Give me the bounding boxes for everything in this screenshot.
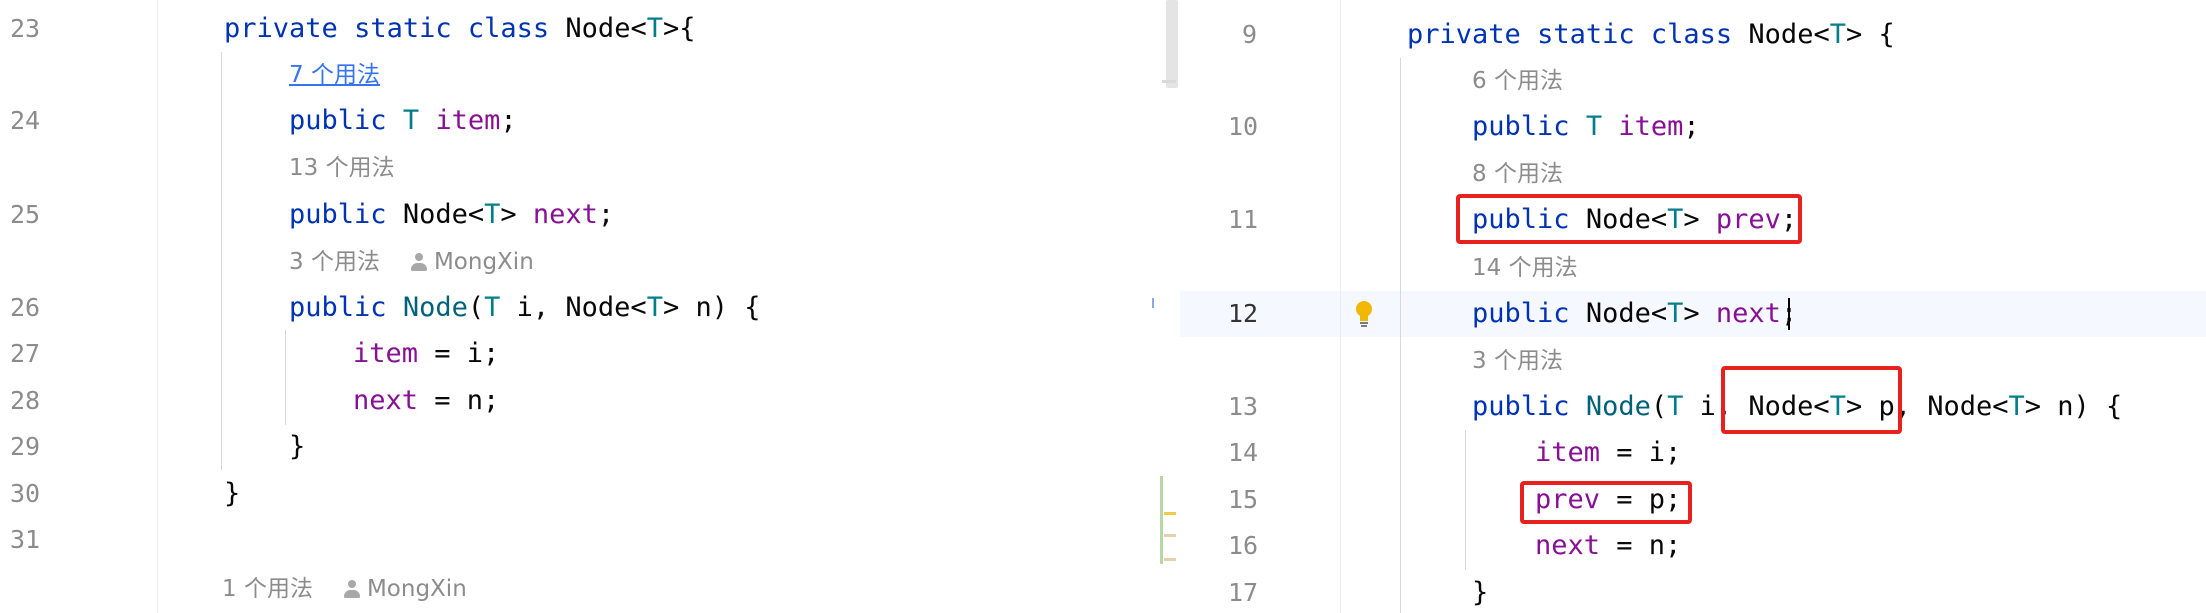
line-number: 29 [10,432,41,461]
usages-hint[interactable]: 13 个用法 [289,148,395,188]
warning-marker [1164,512,1176,515]
line-number: 25 [10,200,41,229]
line-number: 15 [1228,485,1259,514]
line-number: 30 [10,479,41,508]
line-number: 26 [10,293,41,322]
usages-link[interactable]: 7 个用法 [289,62,380,88]
usages-hint[interactable]: 3 个用法 MongXin [289,242,534,282]
left-editor-pane: 23 24 25 26 27 28 29 30 31 private stati… [0,0,1180,613]
code-line-30[interactable]: } [224,471,240,517]
indent-guide [285,330,286,425]
code-line-26[interactable]: public Node(T i, Node<T> n) { [289,285,761,331]
line-number: 16 [1228,531,1259,560]
usages-hint[interactable]: 1 个用法 MongXin [222,569,467,609]
code-line-17[interactable]: } [1472,570,1488,613]
left-scrollbar[interactable] [1160,0,1178,613]
warning-marker [1164,558,1176,561]
usages-hint[interactable]: 3 个用法 [1472,341,1563,381]
line-number: 11 [1228,205,1259,234]
usages-hint[interactable]: 8 个用法 [1472,154,1563,194]
right-editor-pane: 9 10 11 12 13 14 15 16 17 private static… [1180,0,2206,613]
line-number: 10 [1228,112,1259,141]
left-gutter-separator [157,0,158,613]
text-caret [1788,298,1790,330]
usages-hint[interactable]: 6 个用法 [1472,61,1563,101]
code-line-12[interactable]: public Node<T> next; [1472,291,1797,337]
code-line-16[interactable]: next = n; [1535,523,1681,569]
right-gutter-separator [1340,0,1341,613]
line-number: 12 [1228,299,1259,328]
line-number: 17 [1228,578,1259,607]
scroll-marker [1162,80,1176,83]
line-number: 23 [10,14,41,43]
line-number: 28 [10,386,41,415]
code-line-10[interactable]: public T item; [1472,104,1700,150]
highlight-box-prev-assign [1520,481,1692,524]
indent-guide [1400,58,1401,613]
code-line-14[interactable]: item = i; [1535,430,1681,476]
highlight-box-prev-field [1456,194,1802,244]
change-stripe [1160,476,1163,564]
line-number: 14 [1228,438,1259,467]
lightbulb-icon[interactable] [1353,299,1375,329]
code-line-24[interactable]: public T item; [289,98,517,144]
scroll-thumb[interactable] [1166,0,1178,88]
change-marker [1152,298,1154,308]
author-hint: MongXin [410,242,534,282]
line-number: 13 [1228,392,1259,421]
highlight-box-prev-param [1721,366,1902,434]
code-line-9[interactable]: private static class Node<T> { [1407,12,1895,58]
person-icon [343,580,361,598]
code-line-27[interactable]: item = i; [353,331,499,377]
code-line-23[interactable]: private static class Node<T>{ [224,6,695,52]
code-line-29[interactable]: } [289,424,305,470]
warning-marker [1164,534,1176,537]
line-number: 27 [10,339,41,368]
usages-hint[interactable]: 14 个用法 [1472,248,1578,288]
person-icon [410,253,428,271]
usages-hint[interactable]: 7 个用法 [289,55,380,95]
code-line-25[interactable]: public Node<T> next; [289,192,614,238]
line-number: 9 [1242,20,1258,49]
code-line-28[interactable]: next = n; [353,378,499,424]
indent-guide [221,52,222,470]
line-number: 31 [10,525,41,554]
line-number: 24 [10,106,41,135]
author-hint: MongXin [343,569,467,609]
indent-guide [1465,430,1466,570]
